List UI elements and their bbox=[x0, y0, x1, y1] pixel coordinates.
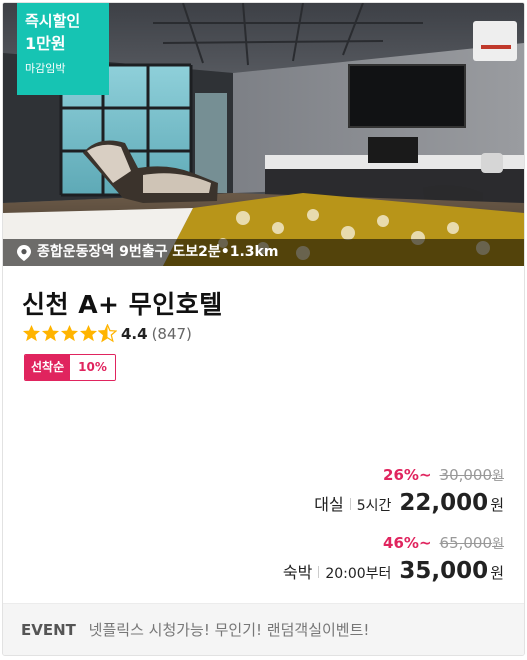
event-text: 넷플릭스 시청가능! 무인기! 랜덤객실이벤트! bbox=[88, 621, 370, 639]
price-daytime[interactable]: 26%~ 30,000원 대실 5시간 22,000 원 bbox=[314, 465, 504, 516]
star-full-icon bbox=[60, 324, 79, 342]
event-tag: EVENT bbox=[21, 621, 76, 639]
review-count[interactable]: (847) bbox=[152, 325, 192, 343]
divider bbox=[349, 498, 351, 510]
price-unit: 원 bbox=[490, 564, 504, 582]
promo-line1: 즉시할인 bbox=[25, 12, 81, 30]
discount-rate: 26%~ bbox=[383, 466, 432, 484]
promo-line3: 마감임박 bbox=[25, 62, 66, 75]
hotel-name[interactable]: 신천 A+ 무인호텔 bbox=[22, 285, 223, 321]
original-price: 65,000원 bbox=[439, 534, 504, 552]
location-bar: 종합운동장역 9번출구 도보2분•1.3km bbox=[3, 239, 524, 266]
stay-type: 대실 bbox=[314, 495, 344, 514]
price-row: 대실 5시간 22,000 원 bbox=[314, 490, 504, 516]
stay-type: 숙박 bbox=[282, 563, 313, 582]
original-price: 30,000원 bbox=[439, 466, 504, 484]
price-overnight[interactable]: 46%~ 65,000원 숙박 20:00부터 35,000 원 bbox=[283, 533, 504, 584]
location-text: 종합운동장역 9번출구 도보2분•1.3km bbox=[37, 244, 279, 260]
discount-rate: 46%~ bbox=[383, 534, 432, 552]
star-half-icon bbox=[98, 324, 117, 343]
first-come-label: 선착순 bbox=[25, 355, 71, 380]
sale-price: 22,000 bbox=[399, 490, 489, 516]
price-row: 숙박 20:00부터 35,000 원 bbox=[283, 558, 504, 584]
location-pin-icon bbox=[17, 244, 31, 261]
stay-duration: 5시간 bbox=[356, 498, 392, 514]
price-unit: 원 bbox=[490, 496, 504, 514]
discount-row: 46%~ 65,000원 bbox=[283, 533, 504, 552]
rating-score: 4.4 bbox=[121, 324, 148, 343]
hotel-card[interactable]: 즉시할인 1만원 마감임박 종합운동장역 9번출구 도보2분•1.3km 신천 … bbox=[2, 2, 525, 656]
instant-discount-badge: 즉시할인 1만원 마감임박 bbox=[17, 3, 109, 95]
star-rating bbox=[22, 324, 117, 343]
first-come-badge: 선착순 10% bbox=[24, 354, 116, 381]
star-full-icon bbox=[41, 324, 60, 342]
first-come-value: 10% bbox=[70, 355, 115, 380]
sale-price: 35,000 bbox=[399, 558, 489, 584]
promo-line2: 1만원 bbox=[25, 34, 66, 53]
stay-duration: 20:00부터 bbox=[325, 566, 392, 582]
divider bbox=[318, 566, 320, 578]
event-banner[interactable]: EVENT 넷플릭스 시청가능! 무인기! 랜덤객실이벤트! bbox=[3, 603, 524, 655]
star-full-icon bbox=[79, 324, 98, 342]
star-full-icon bbox=[22, 324, 41, 342]
discount-row: 26%~ 30,000원 bbox=[314, 465, 504, 484]
rating: 4.4 (847) bbox=[22, 324, 192, 343]
hotel-photo[interactable]: 즉시할인 1만원 마감임박 종합운동장역 9번출구 도보2분•1.3km bbox=[3, 3, 524, 266]
